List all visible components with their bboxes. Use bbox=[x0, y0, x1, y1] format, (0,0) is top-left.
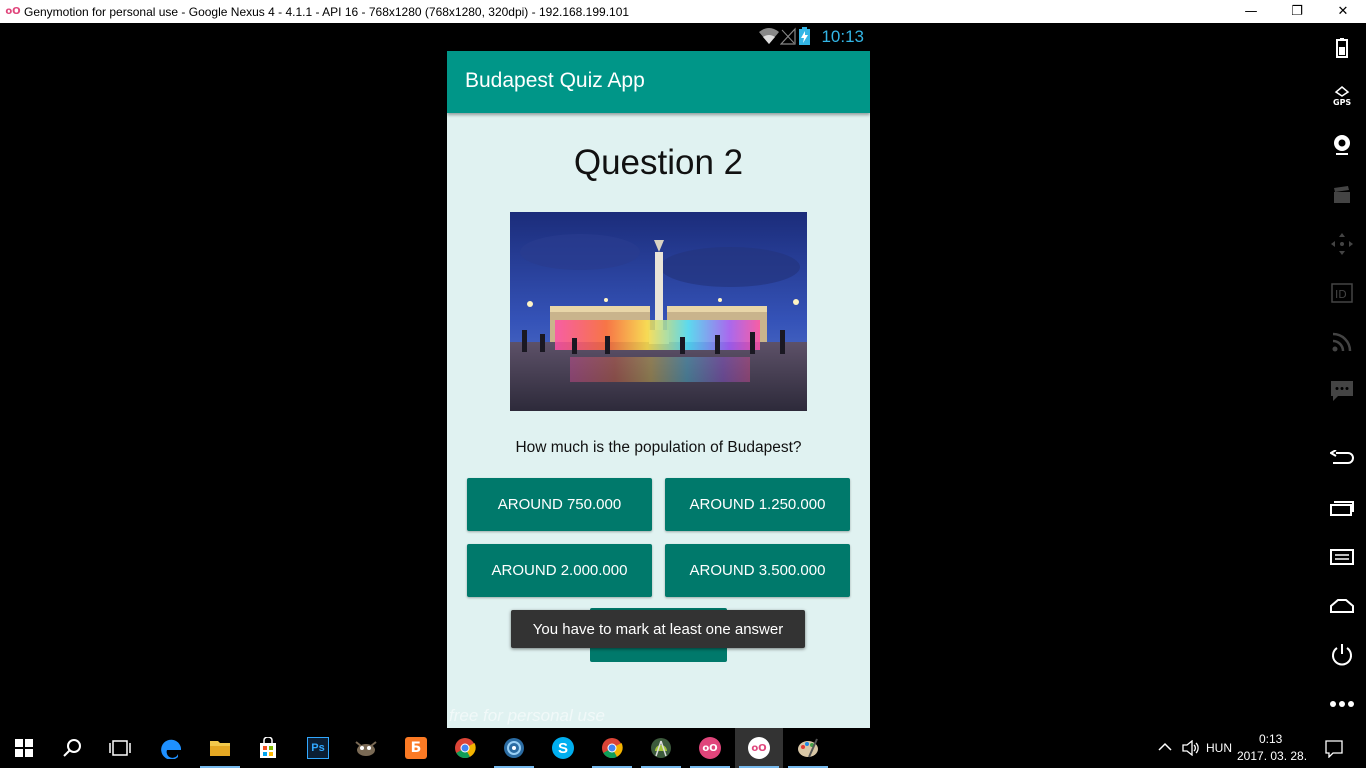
battery-icon[interactable] bbox=[1329, 35, 1355, 61]
android-studio-icon[interactable] bbox=[637, 728, 685, 768]
answer-button-3[interactable]: AROUND 2.000.000 bbox=[467, 544, 652, 597]
clock-time[interactable]: 0:13 bbox=[1259, 732, 1282, 746]
volume-icon[interactable] bbox=[1182, 740, 1200, 756]
svg-text:ID: ID bbox=[1335, 288, 1347, 301]
windows-start-icon[interactable] bbox=[0, 728, 48, 768]
language-indicator[interactable]: HUN bbox=[1206, 741, 1232, 755]
store-icon[interactable] bbox=[244, 728, 292, 768]
paint-icon[interactable] bbox=[784, 728, 832, 768]
answer-button-4[interactable]: AROUND 3.500.000 bbox=[665, 544, 850, 597]
app-title: Budapest Quiz App bbox=[465, 69, 645, 92]
minimize-button[interactable]: — bbox=[1228, 0, 1274, 23]
quiz-screen: Question 2 How much is the population of… bbox=[447, 113, 870, 728]
signal-icon bbox=[780, 27, 796, 45]
edge-icon[interactable] bbox=[148, 728, 196, 768]
file-explorer-icon[interactable] bbox=[196, 728, 244, 768]
clock-date[interactable]: 2017. 03. 28. bbox=[1237, 749, 1307, 763]
power-icon[interactable] bbox=[1329, 642, 1355, 668]
chevron-up-icon[interactable] bbox=[1158, 742, 1172, 752]
genymotion-logo-icon: oO bbox=[5, 6, 21, 17]
more-icon[interactable] bbox=[1329, 691, 1355, 717]
recent-apps-icon[interactable] bbox=[1329, 495, 1355, 521]
menu-icon[interactable] bbox=[1329, 544, 1355, 570]
back-icon[interactable] bbox=[1329, 446, 1355, 472]
notifications-icon[interactable] bbox=[1325, 740, 1343, 758]
webcam-icon[interactable] bbox=[1329, 132, 1355, 158]
close-button[interactable]: ✕ bbox=[1320, 0, 1366, 23]
xampp-icon[interactable]: Ƃ bbox=[392, 728, 440, 768]
app-bar: Budapest Quiz App bbox=[447, 51, 870, 113]
windows-taskbar: Ps Ƃ S oO oO HUN 0:13 2017. 03. 28. bbox=[0, 728, 1366, 768]
maximize-button[interactable]: ❐ bbox=[1274, 0, 1320, 23]
home-icon[interactable] bbox=[1329, 593, 1355, 619]
task-view-icon[interactable] bbox=[96, 728, 144, 768]
chrome-icon[interactable] bbox=[441, 728, 489, 768]
battery-charging-icon bbox=[799, 27, 810, 45]
genymotion-icon[interactable]: oO bbox=[686, 728, 734, 768]
window-titlebar: oO Genymotion for personal use - Google … bbox=[0, 0, 1366, 23]
heroes-square-photo bbox=[510, 212, 807, 411]
window-title: Genymotion for personal use - Google Nex… bbox=[24, 4, 630, 19]
system-tray: HUN 0:13 2017. 03. 28. bbox=[1146, 728, 1366, 768]
svg-text:GPS: GPS bbox=[1333, 98, 1351, 106]
gps-icon[interactable]: GPS bbox=[1329, 83, 1355, 109]
id-icon[interactable]: ID bbox=[1329, 280, 1355, 306]
chrome-icon[interactable] bbox=[588, 728, 636, 768]
skype-icon[interactable]: S bbox=[539, 728, 587, 768]
network-app-icon[interactable] bbox=[490, 728, 538, 768]
dpad-icon[interactable] bbox=[1329, 231, 1355, 257]
toast-message: You have to mark at least one answer bbox=[511, 610, 805, 648]
capture-icon[interactable] bbox=[1329, 182, 1355, 208]
rss-icon[interactable] bbox=[1329, 329, 1355, 355]
gimp-icon[interactable] bbox=[342, 728, 390, 768]
question-text: How much is the population of Budapest? bbox=[515, 439, 802, 456]
genymotion-icon[interactable]: oO bbox=[735, 728, 783, 768]
sms-icon[interactable] bbox=[1329, 378, 1355, 404]
emulator-toolbar: GPS ID bbox=[1317, 23, 1366, 728]
answer-button-1[interactable]: AROUND 750.000 bbox=[467, 478, 652, 531]
photoshop-icon[interactable]: Ps bbox=[294, 728, 342, 768]
answer-button-2[interactable]: AROUND 1.250.000 bbox=[665, 478, 850, 531]
status-time: 10:13 bbox=[821, 27, 864, 46]
watermark-text: free for personal use bbox=[449, 706, 605, 725]
search-icon[interactable] bbox=[48, 728, 96, 768]
question-title: Question 2 bbox=[573, 143, 744, 182]
wifi-icon bbox=[759, 28, 779, 44]
android-status-bar: 10:13 bbox=[447, 23, 870, 51]
